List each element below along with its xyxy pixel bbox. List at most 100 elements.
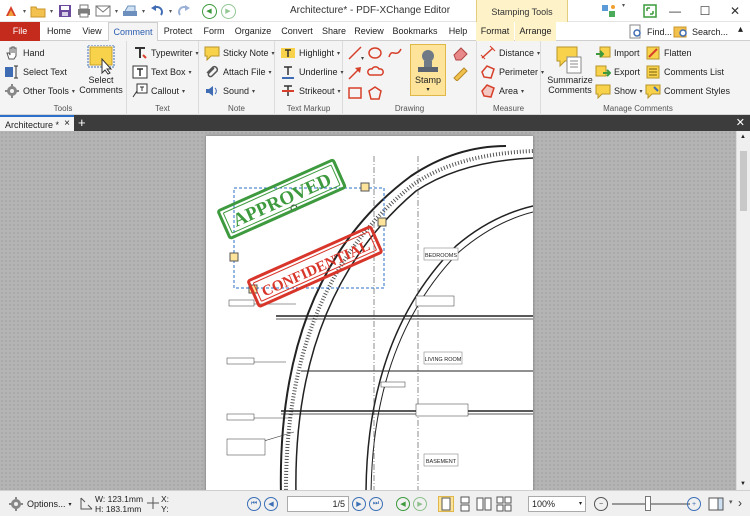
- panel-toggle-icon[interactable]: [708, 497, 724, 511]
- approved-stamp[interactable]: APPROVED: [217, 158, 347, 240]
- comments-list-button[interactable]: Comments List: [645, 63, 724, 81]
- single-page-icon[interactable]: [438, 496, 454, 512]
- select-text-button[interactable]: Select Text: [4, 63, 67, 81]
- undo-dropdown-icon[interactable]: ▾: [167, 8, 174, 15]
- tab-protect[interactable]: Protect: [159, 22, 197, 41]
- sound-button[interactable]: Sound ▾: [204, 82, 255, 100]
- arrow-tool-icon[interactable]: [347, 65, 365, 81]
- eraser-icon[interactable]: [451, 45, 471, 61]
- flatten-button[interactable]: Flatten: [645, 44, 692, 62]
- tab-comment[interactable]: Comment: [108, 22, 158, 42]
- export-button[interactable]: Export: [595, 63, 640, 81]
- import-button[interactable]: Import: [595, 44, 640, 62]
- facing-pages-icon[interactable]: [476, 496, 492, 512]
- tab-share[interactable]: Share: [319, 22, 349, 41]
- distance-button[interactable]: Distance ▾: [480, 44, 540, 62]
- perimeter-button[interactable]: Perimeter ▾: [480, 63, 544, 81]
- back-view-icon[interactable]: ◀: [200, 2, 218, 20]
- maximize-button[interactable]: ☐: [690, 0, 720, 22]
- tab-file[interactable]: File: [0, 22, 40, 41]
- zoom-out-button[interactable]: −: [594, 495, 608, 513]
- fullscreen-icon[interactable]: [641, 2, 659, 20]
- close-window-button[interactable]: ✕: [720, 0, 750, 22]
- ribbon-collapse-icon[interactable]: ▴: [738, 24, 743, 35]
- summarize-comments-button[interactable]: Summarize Comments: [545, 45, 595, 95]
- zoom-slider-thumb[interactable]: [645, 496, 651, 511]
- stamp-button[interactable]: Stamp ▾: [410, 44, 446, 96]
- callout-button[interactable]: Callout ▾: [132, 82, 185, 100]
- prev-page-button[interactable]: ◀: [264, 497, 278, 511]
- polygon-tool-icon[interactable]: [367, 85, 385, 101]
- scan-icon[interactable]: [121, 2, 139, 20]
- scan-dropdown-icon[interactable]: ▾: [140, 8, 147, 15]
- forward-view-icon[interactable]: ▶: [219, 2, 237, 20]
- next-view-button[interactable]: ▶: [413, 497, 427, 511]
- app-logo-icon[interactable]: [2, 2, 20, 20]
- options-button[interactable]: Options... ▾: [8, 495, 72, 513]
- tab-arrange[interactable]: Arrange: [515, 22, 556, 41]
- ellipse-tool-icon[interactable]: [367, 45, 385, 61]
- scroll-thumb[interactable]: [740, 151, 747, 211]
- tab-form[interactable]: Form: [199, 22, 229, 41]
- tab-format[interactable]: Format: [476, 22, 514, 41]
- show-button[interactable]: Show ▾: [595, 82, 643, 100]
- pencil-icon[interactable]: [451, 65, 471, 81]
- resize-handle-left[interactable]: [229, 252, 239, 262]
- vertical-scrollbar[interactable]: ▲ ▼: [736, 131, 750, 490]
- underline-button[interactable]: Underline ▾: [280, 63, 344, 81]
- redo-icon[interactable]: [175, 2, 193, 20]
- document-tab[interactable]: Architecture * ×: [0, 115, 74, 131]
- zoom-slider-track[interactable]: [612, 503, 690, 505]
- typewriter-button[interactable]: Typewriter ▾: [132, 44, 199, 62]
- resize-handle-top-right[interactable]: [360, 182, 370, 192]
- attach-file-button[interactable]: Attach File ▾: [204, 63, 272, 81]
- scroll-down-icon[interactable]: ▼: [740, 481, 746, 487]
- last-page-button[interactable]: ⏭: [369, 497, 383, 511]
- sticky-note-button[interactable]: Sticky Note ▾: [204, 44, 275, 62]
- search-button[interactable]: Search...: [673, 24, 728, 40]
- pdf-page[interactable]: BEDROOMS LIVING ROOM BASEMENT APPROVED C…: [206, 136, 533, 490]
- next-page-button[interactable]: ▶: [352, 497, 366, 511]
- comment-styles-button[interactable]: Comment Styles: [645, 82, 730, 100]
- text-box-button[interactable]: Text Box ▾: [132, 63, 192, 81]
- hand-tool-button[interactable]: Hand: [4, 44, 45, 62]
- tab-bookmarks[interactable]: Bookmarks: [389, 22, 441, 41]
- select-comments-button[interactable]: Select Comments: [78, 45, 124, 95]
- rectangle-tool-icon[interactable]: [347, 85, 365, 101]
- minimize-button[interactable]: —: [660, 0, 690, 22]
- find-button[interactable]: Find...: [628, 24, 672, 40]
- new-tab-icon[interactable]: +: [78, 115, 86, 130]
- tab-view[interactable]: View: [77, 22, 107, 41]
- continuous-facing-icon[interactable]: [496, 496, 512, 512]
- freehand-tool-icon[interactable]: [387, 45, 405, 61]
- tab-home[interactable]: Home: [42, 22, 76, 41]
- resize-handle-right[interactable]: [377, 217, 387, 227]
- ui-options-icon[interactable]: [600, 2, 618, 20]
- zoom-dropdown-icon[interactable]: ▾: [579, 497, 582, 511]
- continuous-page-icon[interactable]: [458, 496, 472, 512]
- close-tab-icon[interactable]: ×: [64, 116, 70, 132]
- other-tools-button[interactable]: Other Tools ▾: [4, 82, 75, 100]
- cloud-tool-icon[interactable]: [367, 65, 385, 81]
- status-bar-close-icon[interactable]: ›: [738, 496, 742, 510]
- highlight-button[interactable]: Highlight ▾: [280, 44, 340, 62]
- open-folder-icon[interactable]: [29, 2, 47, 20]
- line-tool-icon[interactable]: ▾: [347, 45, 365, 61]
- zoom-in-button[interactable]: +: [687, 495, 701, 513]
- print-icon[interactable]: [75, 2, 93, 20]
- tab-organize[interactable]: Organize: [231, 22, 275, 41]
- status-options-arrow-icon[interactable]: ▾: [729, 498, 733, 506]
- save-icon[interactable]: [56, 2, 74, 20]
- ui-options-dropdown-icon[interactable]: ▾: [620, 2, 627, 20]
- logo-menu-arrow-icon[interactable]: ▾: [21, 8, 28, 15]
- prev-view-button[interactable]: ◀: [396, 497, 410, 511]
- first-page-button[interactable]: ⏮: [247, 497, 261, 511]
- tab-convert[interactable]: Convert: [277, 22, 317, 41]
- scroll-up-icon[interactable]: ▲: [740, 134, 746, 140]
- page-number-field[interactable]: 1/5: [287, 496, 349, 512]
- strikeout-button[interactable]: Strikeout ▾: [280, 82, 341, 100]
- tab-help[interactable]: Help: [443, 22, 473, 41]
- area-button[interactable]: Area ▾: [480, 82, 524, 100]
- email-icon[interactable]: [94, 2, 112, 20]
- undo-icon[interactable]: [148, 2, 166, 20]
